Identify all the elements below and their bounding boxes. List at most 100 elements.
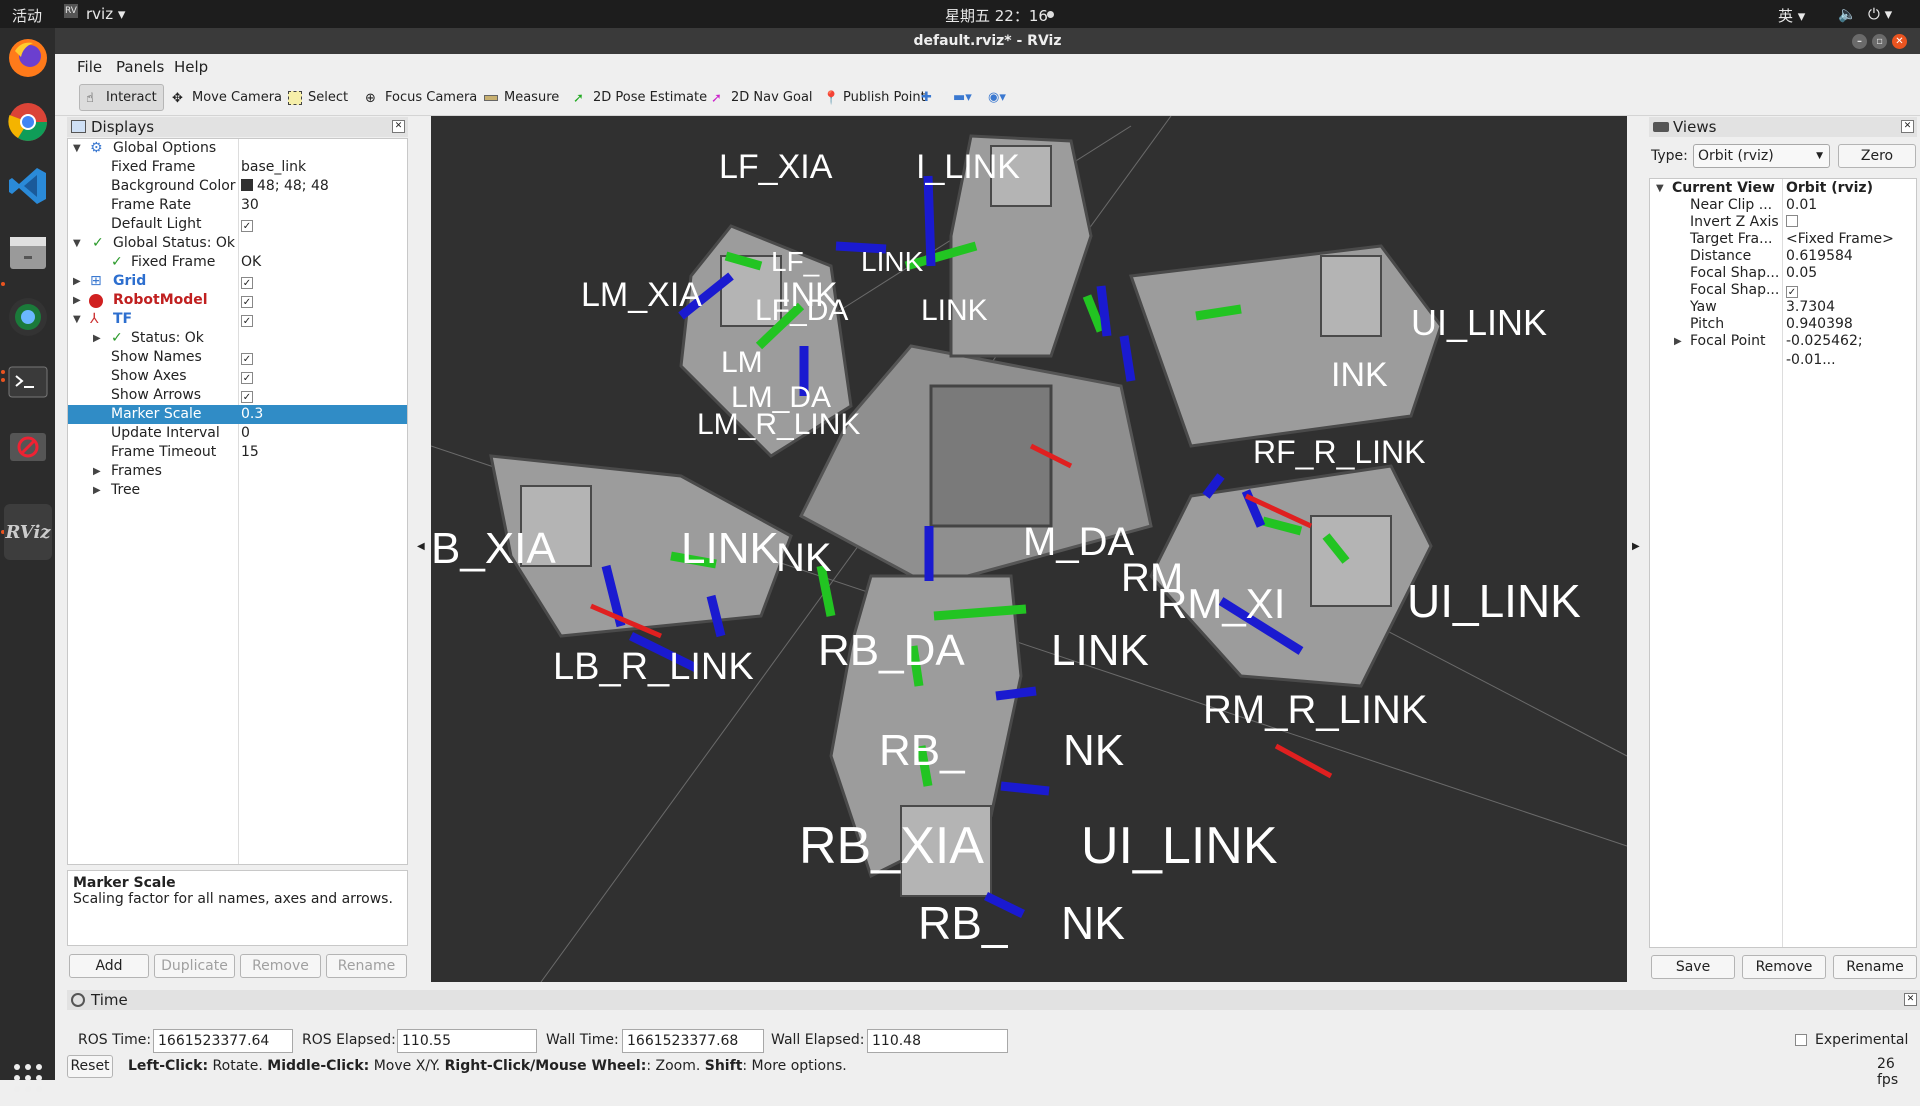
collapse-arrow-icon[interactable]: ▶ — [93, 329, 101, 348]
remove-display-button[interactable]: Remove — [240, 954, 321, 978]
checkbox-unchecked[interactable] — [1786, 215, 1798, 227]
remove-tool-icon[interactable]: ▬▾ — [947, 84, 978, 111]
expand-arrow-icon[interactable]: ▼ — [73, 234, 81, 253]
files-icon[interactable] — [4, 224, 52, 280]
tree-row-tf[interactable]: ▼ ⅄ TF ✓ — [68, 310, 407, 329]
firefox-icon[interactable] — [4, 30, 52, 86]
checkbox-checked[interactable]: ✓ — [241, 296, 253, 308]
left-splitter[interactable]: ◀ — [412, 116, 430, 982]
frame-label: I_LINK — [916, 148, 1020, 186]
tree-row-global-status[interactable]: ▼ ✓ Global Status: Ok — [68, 234, 407, 253]
tree-row-update-interval[interactable]: Update Interval 0 — [68, 424, 407, 443]
wall-elapsed-field[interactable]: 110.48 — [867, 1029, 1008, 1053]
duplicate-display-button[interactable]: Duplicate — [154, 954, 235, 978]
add-tool-icon[interactable]: ✚ — [915, 84, 938, 111]
collapse-arrow-icon[interactable]: ▶ — [93, 462, 101, 481]
close-time-panel-icon[interactable]: ✕ — [1904, 993, 1917, 1006]
tree-row-tf-status[interactable]: ▶ ✓ Status: Ok — [68, 329, 407, 348]
app-menu[interactable]: rviz ▾ — [86, 5, 125, 23]
tree-row-frame-timeout[interactable]: Frame Timeout 15 — [68, 443, 407, 462]
menu-panels[interactable]: Panels — [116, 58, 164, 76]
collapse-arrow-icon[interactable]: ▶ — [73, 272, 81, 291]
interact-tool-button[interactable]: ☝ Interact — [79, 84, 164, 111]
maximize-icon[interactable]: ▫ — [1872, 34, 1887, 49]
tree-row-background-color[interactable]: Background Color 48; 48; 48 — [68, 177, 407, 196]
chrome-icon[interactable] — [4, 94, 52, 150]
move-camera-tool-button[interactable]: ✥ Move Camera — [166, 84, 288, 111]
tree-row-tree[interactable]: ▶ Tree — [68, 481, 407, 500]
render-viewport[interactable]: LF_XIA I_LINK LM_XIA INK LF_ LINK LF_DA … — [431, 116, 1627, 982]
ros-elapsed-field[interactable]: 110.55 — [397, 1029, 537, 1053]
power-icon[interactable]: ⏻ ▾ — [1868, 5, 1892, 23]
rename-view-button[interactable]: Rename — [1833, 955, 1917, 979]
view-row-focal-point[interactable]: ▶ Focal Point -0.025462; -0.01... — [1650, 332, 1916, 368]
wall-time-field[interactable]: 1661523377.68 — [622, 1029, 764, 1053]
remove-view-button[interactable]: Remove — [1742, 955, 1826, 979]
tree-row-default-light[interactable]: Default Light ✓ — [68, 215, 407, 234]
no-entry-app-icon[interactable] — [4, 418, 52, 474]
right-splitter[interactable]: ▶ — [1627, 116, 1645, 982]
ros-time-field[interactable]: 1661523377.64 — [153, 1029, 293, 1053]
tree-row-show-arrows[interactable]: Show Arrows ✓ — [68, 386, 407, 405]
tree-row-fixed-frame[interactable]: Fixed Frame base_link — [68, 158, 407, 177]
add-display-button[interactable]: Add — [69, 954, 149, 978]
row-value[interactable]: base_link — [241, 158, 306, 177]
vscode-icon[interactable] — [4, 158, 52, 214]
views-tree[interactable]: ▼ Current View Orbit (rviz) Near Clip ..… — [1649, 178, 1917, 948]
focus-camera-tool-button[interactable]: ⊕ Focus Camera — [359, 84, 483, 111]
checkbox-checked[interactable]: ✓ — [241, 372, 253, 384]
displays-tree[interactable]: ▼ ⚙ Global Options Fixed Frame base_link… — [67, 138, 408, 865]
measure-tool-button[interactable]: Measure — [478, 84, 565, 111]
camera-app-icon[interactable] — [4, 289, 52, 345]
rename-display-button[interactable]: Rename — [326, 954, 407, 978]
tree-row-frame-rate[interactable]: Frame Rate 30 — [68, 196, 407, 215]
nav-goal-tool-button[interactable]: ➚ 2D Nav Goal — [705, 84, 819, 111]
save-view-button[interactable]: Save — [1651, 955, 1735, 979]
row-value[interactable]: 0.3 — [241, 405, 263, 424]
tree-row-marker-scale[interactable]: Marker Scale 0.3 — [68, 405, 407, 424]
tree-row-robotmodel[interactable]: ▶ RobotModel ✓ — [68, 291, 407, 310]
tree-row-fixed-frame-status[interactable]: ✓ Fixed Frame OK — [68, 253, 407, 272]
menu-file[interactable]: File — [77, 58, 102, 76]
minimize-icon[interactable]: – — [1852, 34, 1867, 49]
tool-properties-icon[interactable]: ◉▾ — [982, 84, 1012, 111]
collapse-arrow-icon[interactable]: ▶ — [93, 481, 101, 500]
clock[interactable]: 星期五 22：16 — [945, 5, 1048, 26]
tree-row-show-names[interactable]: Show Names ✓ — [68, 348, 407, 367]
row-value[interactable]: 15 — [241, 443, 259, 462]
menu-help[interactable]: Help — [174, 58, 208, 76]
expand-arrow-icon[interactable]: ▼ — [73, 310, 81, 329]
tree-row-global-options[interactable]: ▼ ⚙ Global Options — [68, 139, 407, 158]
checkbox-checked[interactable]: ✓ — [241, 277, 253, 289]
input-method-menu[interactable]: 英 ▾ — [1778, 5, 1805, 26]
view-type-select[interactable]: Orbit (rviz) ▼ — [1693, 144, 1830, 168]
experimental-checkbox[interactable] — [1795, 1034, 1807, 1046]
tree-row-frames[interactable]: ▶ Frames — [68, 462, 407, 481]
zero-view-button[interactable]: Zero — [1838, 144, 1916, 168]
pose-estimate-tool-button[interactable]: ➚ 2D Pose Estimate — [567, 84, 713, 111]
row-value[interactable]: 48; 48; 48 — [241, 177, 329, 196]
show-applications-icon[interactable] — [4, 1050, 52, 1106]
close-displays-panel-icon[interactable]: ✕ — [392, 120, 405, 133]
tree-row-show-axes[interactable]: Show Axes ✓ — [68, 367, 407, 386]
close-window-icon[interactable]: ✕ — [1892, 34, 1907, 49]
row-value[interactable]: 30 — [241, 196, 259, 215]
rviz-dock-icon[interactable]: RViz — [4, 504, 52, 560]
row-value[interactable]: -0.025462; -0.01... — [1786, 332, 1916, 370]
checkbox-checked[interactable]: ✓ — [241, 315, 253, 327]
checkbox-checked[interactable]: ✓ — [241, 353, 253, 365]
reset-button[interactable]: Reset — [67, 1055, 113, 1078]
collapse-arrow-icon[interactable]: ▶ — [73, 291, 81, 310]
row-value[interactable]: 0 — [241, 424, 250, 443]
select-tool-button[interactable]: Select — [282, 84, 354, 111]
activities-button[interactable]: 活动 — [12, 5, 42, 26]
expand-arrow-icon[interactable]: ▼ — [73, 139, 81, 158]
volume-icon[interactable]: 🔈 — [1838, 5, 1857, 23]
checkbox-checked[interactable]: ✓ — [1786, 286, 1798, 298]
tree-row-grid[interactable]: ▶ ⊞ Grid ✓ — [68, 272, 407, 291]
checkbox-checked[interactable]: ✓ — [241, 220, 253, 232]
collapse-arrow-icon[interactable]: ▶ — [1674, 332, 1682, 351]
terminal-icon[interactable] — [4, 354, 52, 410]
close-views-panel-icon[interactable]: ✕ — [1901, 120, 1914, 133]
checkbox-checked[interactable]: ✓ — [241, 391, 253, 403]
